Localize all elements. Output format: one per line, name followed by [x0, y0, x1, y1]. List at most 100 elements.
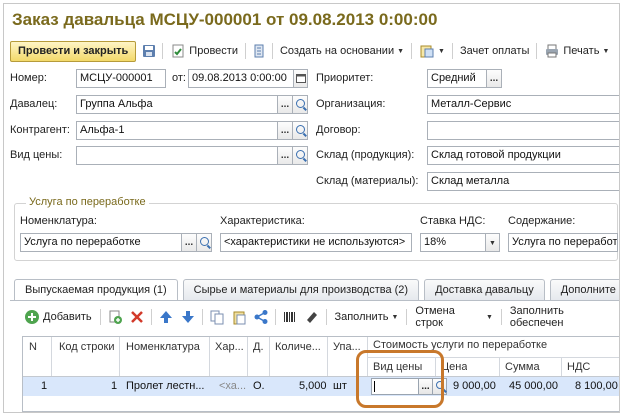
chevron-down-icon: ▼ [602, 47, 610, 55]
warehouse-products-label: Склад (продукция): [316, 149, 415, 161]
header-characteristic[interactable]: Хар... [215, 341, 245, 353]
printer-icon [544, 43, 560, 59]
header-sum[interactable]: Сумма [505, 361, 540, 373]
attachments-menu[interactable]: ▼ [417, 43, 447, 59]
cancel-rows-menu[interactable]: Отмена строк ▼ [413, 305, 495, 329]
cell-characteristic: <ха... [219, 380, 247, 392]
characteristic-label: Характеристика: [220, 215, 305, 227]
copy-icon[interactable] [209, 309, 225, 325]
counterparty-field[interactable]: Альфа-1 [76, 121, 278, 140]
move-down-icon[interactable] [180, 309, 196, 325]
supplier-select-button[interactable]: ... [278, 95, 293, 114]
fill-supply-button[interactable]: Заполнить обеспечен [508, 305, 619, 329]
magnifier-icon [295, 99, 305, 108]
header-n[interactable]: N [29, 341, 37, 353]
header-d[interactable]: Д. [253, 341, 264, 353]
service-group-title: Услуга по переработке [26, 196, 149, 208]
move-up-icon[interactable] [158, 309, 174, 325]
price-type-label: Вид цены: [10, 149, 63, 161]
cell-n: 1 [41, 380, 48, 392]
cancel-rows-label: Отмена строк [415, 305, 455, 329]
paste-icon[interactable] [231, 309, 247, 325]
counterparty-open-button[interactable] [293, 121, 308, 140]
cell-quantity: 5,000 [299, 380, 327, 392]
number-field[interactable]: МСЦУ-000001 [76, 69, 166, 88]
fill-label: Заполнить [334, 311, 389, 323]
date-field[interactable]: 09.08.2013 0:00:00 [188, 69, 294, 88]
tab-delivery[interactable]: Доставка давальцу [424, 279, 545, 300]
header-vat[interactable]: НДС [567, 361, 590, 373]
tab-divider [10, 300, 619, 301]
barcode-icon[interactable] [282, 309, 298, 325]
payment-offset-button[interactable]: Зачет оплаты [458, 45, 531, 57]
warehouse-products-field[interactable]: Склад готовой продукции [427, 146, 619, 165]
ellipsis-icon: ... [184, 237, 194, 248]
header-quantity[interactable]: Количе... [275, 341, 325, 353]
supplier-open-button[interactable] [293, 95, 308, 114]
fill-menu[interactable]: Заполнить ▼ [332, 311, 400, 323]
calendar-icon [295, 74, 306, 83]
counterparty-select-button[interactable]: ... [278, 121, 293, 140]
cell-vat: 8 100,00 [575, 380, 618, 392]
post-and-close-button[interactable]: Провести и закрыть [10, 40, 137, 62]
print-menu[interactable]: Печать ▼ [542, 43, 611, 59]
service-nomenclature-open-button[interactable] [197, 233, 212, 252]
vat-rate-dropdown-button[interactable]: ▼ [486, 233, 500, 252]
header-price[interactable]: Цена [441, 361, 467, 373]
toolbar-separator [536, 43, 538, 59]
ellipsis-icon: ... [280, 125, 290, 136]
service-nomenclature-label: Номенклатура: [20, 215, 97, 227]
tab-additional[interactable]: Дополните [549, 279, 619, 300]
header-line-code[interactable]: Код строки [59, 341, 115, 353]
counterparty-label: Контрагент: [10, 124, 70, 136]
header-nomenclature[interactable]: Номенклатура [126, 341, 200, 353]
cell-packaging: шт [333, 380, 347, 392]
chevron-down-icon: ▼ [485, 313, 493, 321]
table-toolbar: Добавить Заполнить ▼ Отмена строк ▼ Запо… [22, 305, 619, 329]
magnifier-icon [295, 150, 305, 159]
add-label: Добавить [43, 311, 92, 323]
post-button[interactable]: Провести [168, 43, 240, 59]
vat-rate-label: Ставка НДС: [420, 215, 486, 227]
service-nomenclature-field[interactable]: Услуга по переработке [20, 233, 182, 252]
calendar-button[interactable] [294, 69, 308, 88]
table-row[interactable]: 1 1 Пролет лестн... <ха... О. 5,000 шт .… [23, 377, 619, 396]
cell-nomenclature: Пролет лестн... [126, 380, 205, 392]
number-label: Номер: [10, 72, 47, 84]
post-label: Провести [189, 45, 238, 57]
ellipsis-icon: ... [280, 99, 290, 110]
priority-field[interactable]: Средний [427, 69, 487, 88]
supplier-field[interactable]: Группа Альфа [76, 95, 278, 114]
share-icon[interactable] [253, 309, 269, 325]
cell-price: 9 000,00 [453, 380, 496, 392]
copy-row-icon[interactable] [107, 309, 123, 325]
contract-field[interactable] [427, 121, 619, 140]
warehouse-materials-field[interactable]: Склад металла [427, 172, 619, 191]
document-structure-icon[interactable] [251, 43, 267, 59]
warehouse-materials-label: Склад (материалы): [316, 175, 419, 187]
content-label: Содержание: [508, 215, 576, 227]
toolbar-separator [500, 309, 502, 325]
priority-select-button[interactable]: ... [487, 69, 502, 88]
add-row-button[interactable]: Добавить [22, 309, 94, 325]
chevron-down-icon: ▼ [391, 313, 399, 321]
scanner-icon[interactable] [304, 309, 320, 325]
content-field[interactable]: Услуга по переработке [508, 233, 618, 252]
toolbar-separator [244, 43, 246, 59]
delete-icon[interactable] [129, 309, 145, 325]
characteristic-field[interactable]: <характеристики не используются> [220, 233, 412, 252]
organization-field[interactable]: Металл-Сервис [427, 95, 619, 114]
chevron-down-icon: ▼ [438, 47, 445, 55]
service-nomenclature-select-button[interactable]: ... [182, 233, 197, 252]
save-icon[interactable] [141, 43, 157, 59]
tab-raw-materials[interactable]: Сырье и материалы для производства (2) [182, 279, 420, 300]
vat-rate-field[interactable]: 18% [420, 233, 486, 252]
magnifier-icon [295, 125, 305, 134]
chevron-down-icon: ▼ [397, 47, 405, 55]
price-type-field[interactable] [76, 146, 278, 165]
create-based-on-menu[interactable]: Создать на основании ▼ [278, 45, 406, 57]
price-type-select-button[interactable]: ... [278, 146, 293, 165]
price-type-open-button[interactable] [293, 146, 308, 165]
tab-output-products[interactable]: Выпускаемая продукция (1) [14, 279, 178, 301]
toolbar-separator [411, 43, 413, 59]
